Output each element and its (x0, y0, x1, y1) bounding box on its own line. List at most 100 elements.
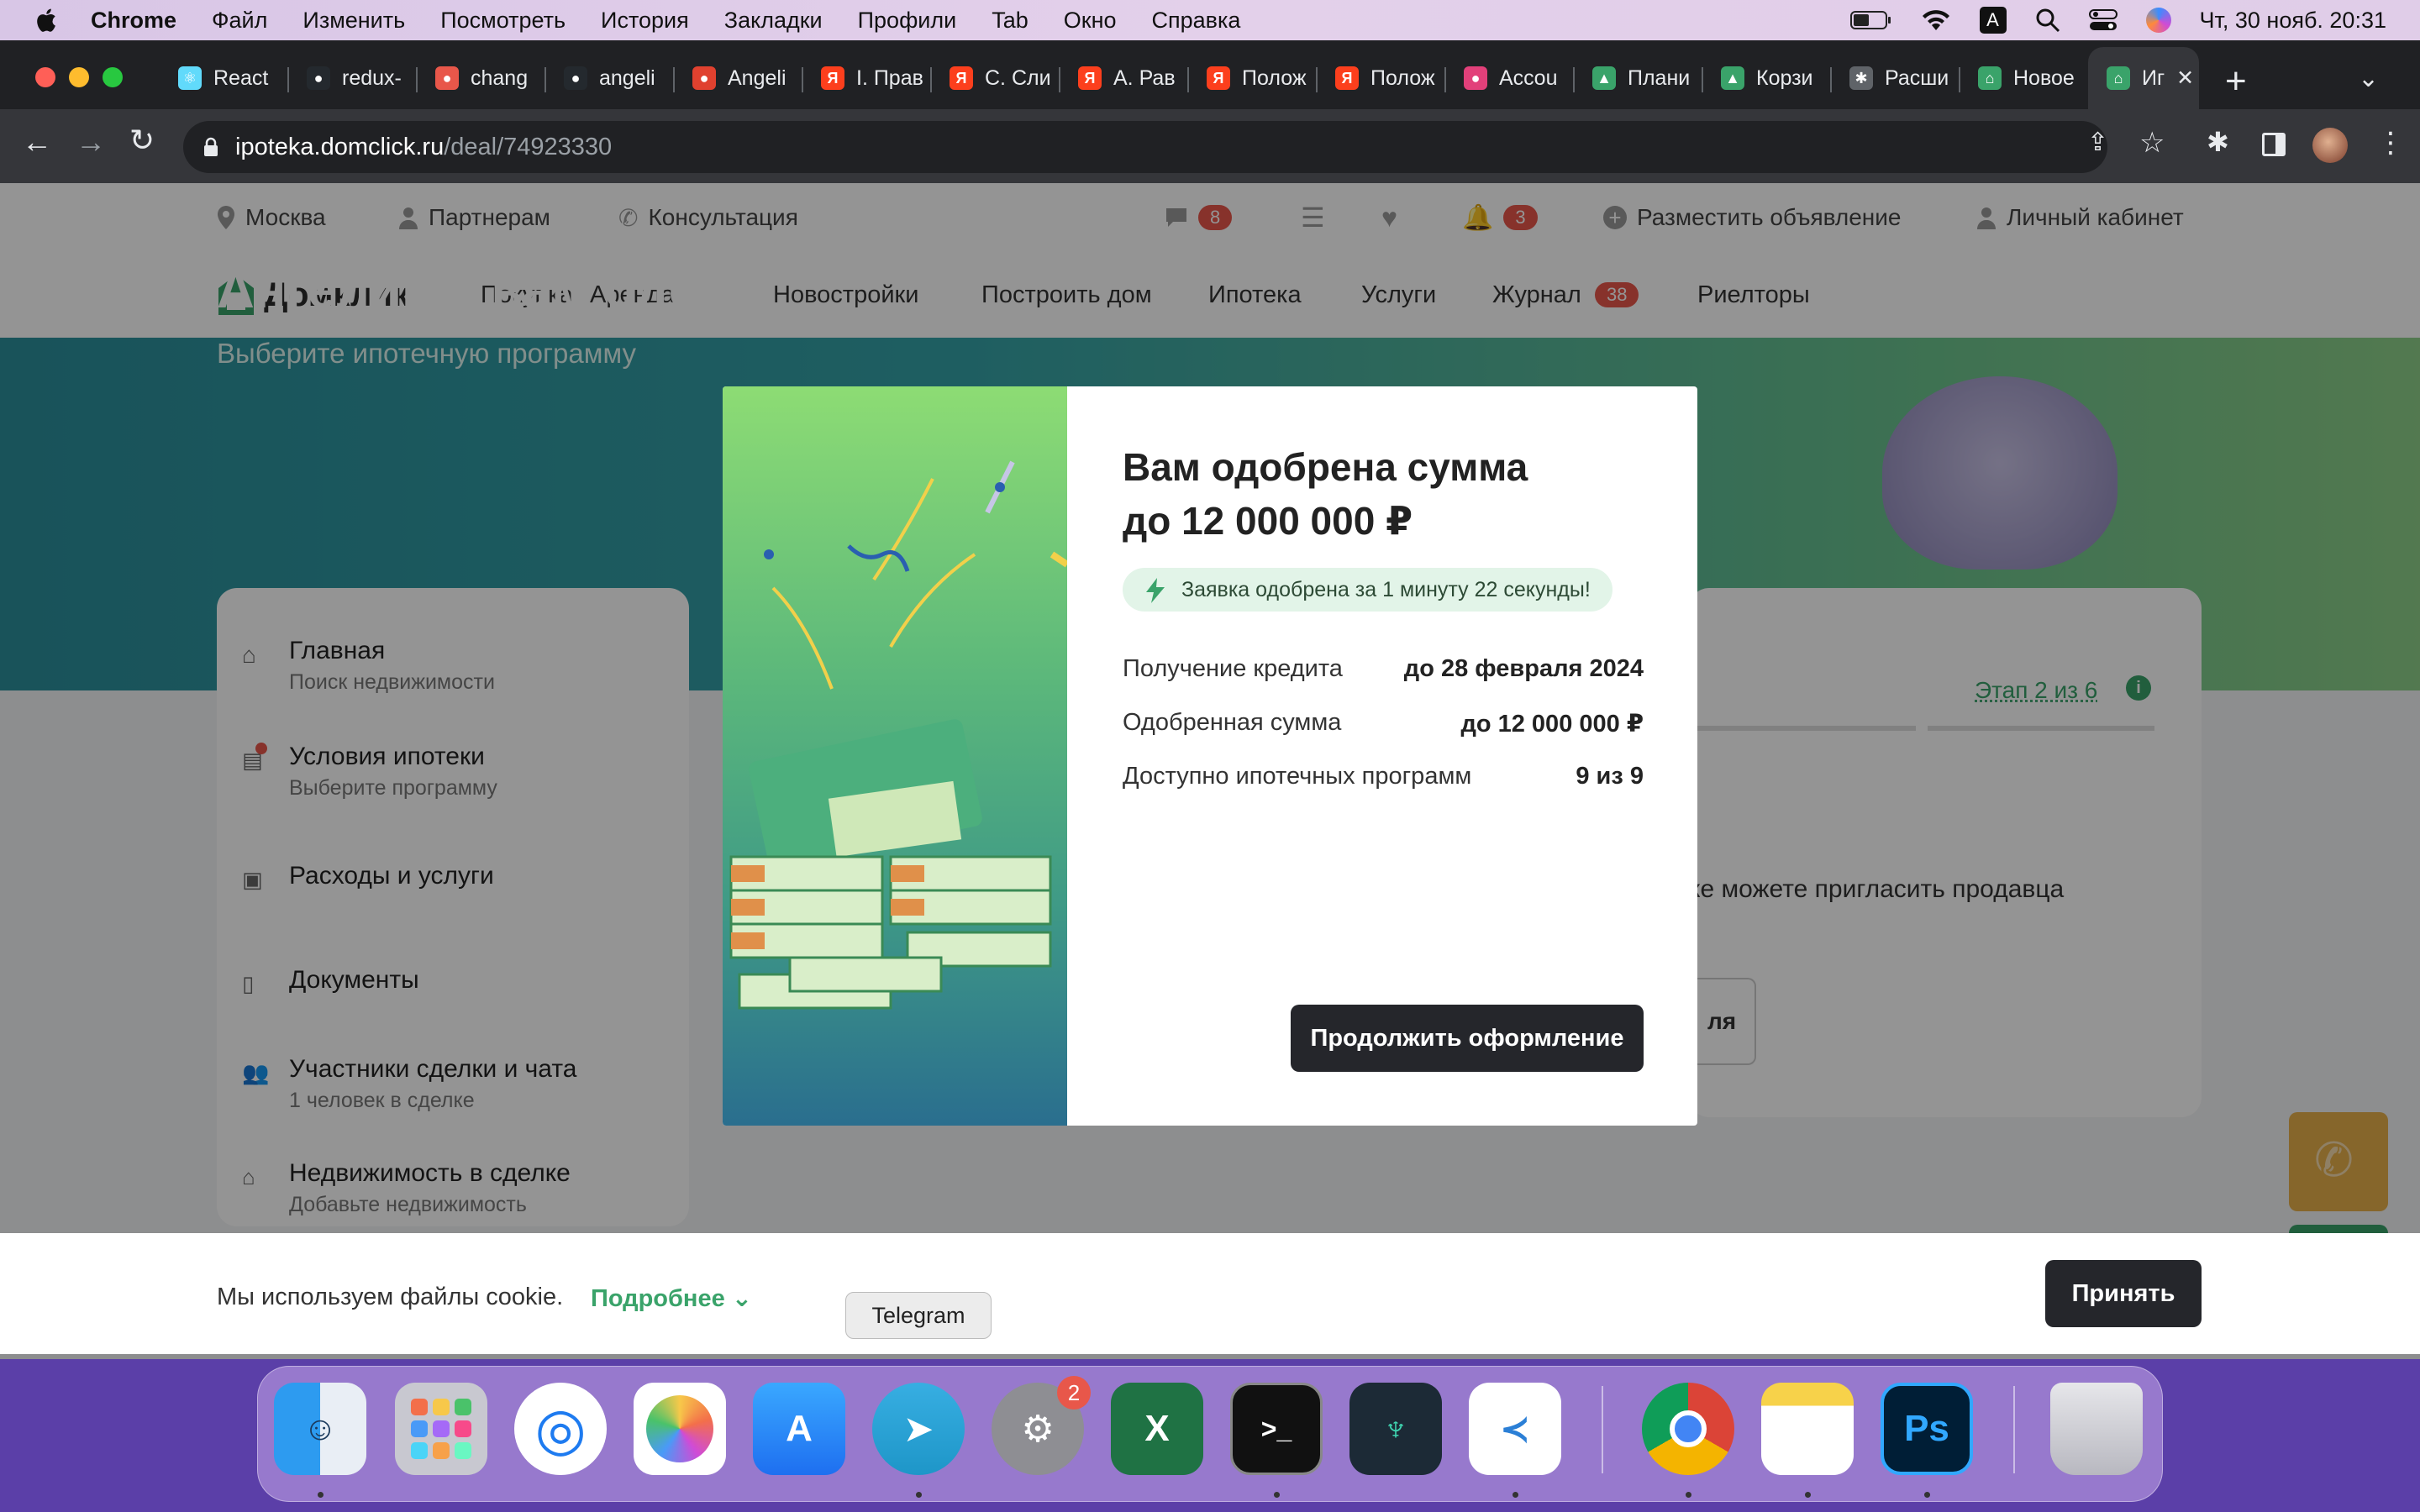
spotlight-search-icon[interactable] (2035, 8, 2060, 33)
reload-button[interactable]: ↻ (129, 123, 155, 158)
tab-favicon-icon: ⌂ (1978, 66, 2002, 90)
dock-running-dot (1924, 1492, 1930, 1498)
modal-title-line1: Вам одобрена сумма (1123, 445, 1528, 489)
extensions-icon[interactable]: ✱ (2207, 126, 2229, 158)
tab-label: Полож (1242, 66, 1307, 90)
tab[interactable]: ● Accou (1445, 47, 1574, 109)
credit-date-label: Получение кредита (1123, 655, 1343, 682)
menu-app-name[interactable]: Chrome (91, 8, 176, 34)
window-zoom-button[interactable] (103, 67, 123, 87)
menu-profiles[interactable]: Профили (858, 8, 957, 34)
tab[interactable]: ● Angeli (674, 47, 802, 109)
tab[interactable]: ● angeli (545, 47, 674, 109)
tab[interactable]: Я A. Рав (1060, 47, 1188, 109)
tab-active[interactable]: ⌂ Иг ✕ (2088, 47, 2199, 109)
tab[interactable]: Я C. Сли (931, 47, 1060, 109)
dock-divider (1602, 1386, 1603, 1473)
tab[interactable]: ✱ Расши (1831, 47, 1960, 109)
tab[interactable]: Я Полож (1317, 47, 1445, 109)
share-icon[interactable]: ⇪ (2087, 128, 2108, 157)
tab[interactable]: Я I. Прав (802, 47, 931, 109)
tab-favicon-icon: Я (1207, 66, 1230, 90)
menu-bookmarks[interactable]: Закладки (724, 8, 823, 34)
tab[interactable]: ● redux- (288, 47, 417, 109)
tab[interactable]: ● chang (417, 47, 545, 109)
dock-running-dot (1274, 1492, 1280, 1498)
telegram-icon[interactable]: ➤ (872, 1383, 965, 1475)
tab[interactable]: Я Полож (1188, 47, 1317, 109)
new-tab-button[interactable]: + (2225, 60, 2247, 102)
lock-icon[interactable] (203, 137, 218, 157)
tab-label: Иг (2142, 66, 2165, 90)
bookmark-star-icon[interactable]: ☆ (2139, 126, 2165, 160)
tab-favicon-icon: ▲ (1721, 66, 1744, 90)
cookie-accept-button[interactable]: Принять (2045, 1260, 2202, 1327)
cookie-more-link[interactable]: Подробнее ⌄ (591, 1284, 752, 1313)
tab-label: Новое (2013, 66, 2075, 90)
chrome-icon[interactable] (1642, 1383, 1734, 1475)
wifi-icon[interactable] (1921, 8, 1951, 32)
settings-badge: 2 (1057, 1376, 1091, 1410)
window-close-button[interactable] (35, 67, 55, 87)
tab-favicon-icon: ✱ (1849, 66, 1873, 90)
continue-button[interactable]: Продолжить оформление (1291, 1005, 1644, 1072)
menu-window[interactable]: Окно (1064, 8, 1117, 34)
input-source-icon[interactable]: A (1979, 7, 2007, 34)
menu-history[interactable]: История (601, 8, 689, 34)
battery-icon[interactable] (1849, 10, 1892, 30)
menu-edit[interactable]: Изменить (302, 8, 405, 34)
tab-favicon-icon: ● (435, 66, 459, 90)
menubar-clock[interactable]: Чт, 30 нояб. 20:31 (2200, 8, 2387, 34)
tab-search-chevron-icon[interactable]: ⌄ (2358, 64, 2379, 93)
tab-favicon-icon: Я (821, 66, 844, 90)
vscode-icon[interactable]: ≺ (1469, 1383, 1561, 1475)
tab-label: redux- (342, 66, 402, 90)
programs-value: 9 из 9 (1576, 763, 1644, 790)
modal-title-amount: до 12 000 000 ₽ (1123, 499, 1413, 543)
dock-running-dot (318, 1492, 324, 1498)
dock-running-dot (1805, 1492, 1811, 1498)
dock-running-dot (916, 1492, 922, 1498)
chrome-menu-icon[interactable]: ⋮ (2376, 126, 2405, 160)
back-button[interactable]: ← (22, 124, 52, 160)
photos-icon[interactable] (634, 1383, 726, 1475)
siri-icon[interactable] (2145, 8, 2171, 33)
excel-icon[interactable]: X (1111, 1383, 1203, 1475)
app-store-icon[interactable]: A (753, 1383, 845, 1475)
profile-avatar[interactable] (2312, 128, 2348, 163)
menu-view[interactable]: Посмотреть (440, 8, 566, 34)
terminal-icon[interactable]: >_ (1230, 1383, 1323, 1475)
forward-button[interactable]: → (76, 124, 106, 160)
tab-label: Accou (1499, 66, 1558, 90)
tab-label: chang (471, 66, 529, 90)
photoshop-icon[interactable]: Ps (1881, 1383, 1973, 1475)
tab[interactable]: ⚛ React (160, 47, 288, 109)
control-center-icon[interactable] (2088, 8, 2118, 33)
tab[interactable]: ⌂ Новое (1960, 47, 2088, 109)
window-minimize-button[interactable] (69, 67, 89, 87)
apple-icon[interactable] (34, 7, 57, 34)
finder-icon[interactable]: ☺ (274, 1383, 366, 1475)
tab[interactable]: ▲ Плани (1574, 47, 1702, 109)
gitkraken-icon[interactable]: ♆ (1349, 1383, 1442, 1475)
tab-favicon-icon: ⌂ (2107, 66, 2130, 90)
tab-close-icon[interactable]: ✕ (2176, 66, 2194, 91)
tab-favicon-icon: ● (564, 66, 587, 90)
lightning-icon (1146, 578, 1165, 603)
macos-menubar: Chrome Файл Изменить Посмотреть История … (0, 0, 2420, 40)
approval-modal: Вам одобрена сумма до 12 000 000 ₽ Заявк… (723, 386, 1697, 1126)
chevron-down-icon: ⌄ (731, 1285, 753, 1312)
tab-favicon-icon: ● (1464, 66, 1487, 90)
tab[interactable]: ▲ Корзи (1702, 47, 1831, 109)
dock-running-dot (1512, 1492, 1518, 1498)
side-panel-icon[interactable] (2262, 133, 2286, 156)
notes-icon[interactable] (1761, 1383, 1854, 1475)
menu-tab[interactable]: Tab (992, 8, 1028, 34)
trash-icon[interactable] (2050, 1383, 2143, 1475)
menu-help[interactable]: Справка (1152, 8, 1241, 34)
menu-file[interactable]: Файл (212, 8, 267, 34)
address-bar[interactable]: ipoteka.domclick.ru/deal/74923330 (183, 121, 2107, 173)
safari-icon[interactable]: ◎ (514, 1383, 607, 1475)
launchpad-icon[interactable] (395, 1383, 487, 1475)
tab-favicon-icon: ⚛ (178, 66, 202, 90)
